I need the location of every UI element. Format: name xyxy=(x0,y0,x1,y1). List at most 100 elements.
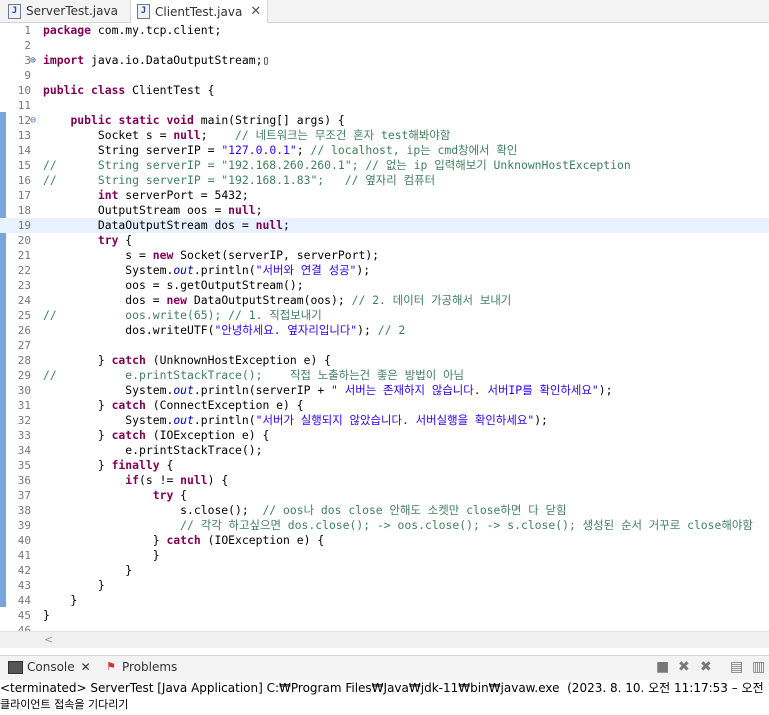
code-line[interactable]: 35 } finally { xyxy=(0,458,769,473)
code-line[interactable]: 40 } catch (IOException e) { xyxy=(0,533,769,548)
code-line[interactable]: 29 // e.printStackTrace(); 직접 노출하는건 좋은 방법… xyxy=(0,368,769,383)
code-line[interactable]: 36 if(s != null) { xyxy=(0,473,769,488)
close-icon[interactable]: ✕ xyxy=(250,4,261,19)
terminate-icon[interactable]: ■ xyxy=(656,659,669,675)
remove-all-launches-icon[interactable]: ✖ xyxy=(700,659,712,675)
code-line[interactable]: 16 // String serverIP = "192.168.1.83"; /… xyxy=(0,173,769,188)
code-line[interactable]: 13 Socket s = null; // 네트워크는 무조건 혼자 test… xyxy=(0,128,769,143)
console-icon xyxy=(8,660,23,674)
code-text: try { xyxy=(97,233,133,247)
line-number: 13 xyxy=(17,129,31,142)
code-text: System.out.println("서버와 연결 성공"); xyxy=(43,263,371,277)
fold-toggle-icon[interactable]: ⊕ xyxy=(30,53,40,68)
tab-console[interactable]: Console ✕ xyxy=(8,660,91,674)
code-line[interactable]: 32 System.out.println("서버가 실행되지 않았습니다. 서… xyxy=(0,413,769,428)
line-number: 41 xyxy=(17,549,31,562)
code-line[interactable]: 43 } xyxy=(0,578,769,593)
code-text: } xyxy=(43,563,133,577)
horizontal-scrollbar[interactable]: < xyxy=(0,631,769,648)
code-text: // 각각 하고싶으면 dos.close(); -> oos.close();… xyxy=(180,518,753,532)
code-line[interactable]: 31 } catch (ConnectException e) { xyxy=(0,398,769,413)
line-number: 14 xyxy=(17,144,31,157)
code-line[interactable]: 34 e.printStackTrace(); xyxy=(0,443,769,458)
code-text: dos = new DataOutputStream(oos); // 2. 데… xyxy=(43,293,512,307)
code-text: String serverIP = "127.0.0.1"; // localh… xyxy=(43,143,518,157)
code-text: // String serverIP = "192.168.260.260.1"… xyxy=(43,158,631,172)
code-line[interactable]: 9 xyxy=(0,68,769,83)
line-number: 36 xyxy=(17,474,31,487)
code-line[interactable]: 37 try { xyxy=(0,488,769,503)
line-number: 43 xyxy=(17,579,31,592)
code-text: DataOutputStream dos = null; xyxy=(43,218,290,232)
code-line[interactable]: 3 ⊕ import java.io.DataOutputStream;▯ xyxy=(0,53,769,68)
code-line[interactable]: 15 // String serverIP = "192.168.260.260.… xyxy=(0,158,769,173)
line-number: 22 xyxy=(17,264,31,277)
code-line[interactable]: 1 package com.my.tcp.client; xyxy=(0,23,769,38)
java-file-icon: J xyxy=(137,4,150,19)
code-line[interactable]: 23 oos = s.getOutputStream(); xyxy=(0,278,769,293)
code-text: } catch (UnknownHostException e) { xyxy=(43,353,332,367)
code-line[interactable]: 11 xyxy=(0,98,769,113)
code-line[interactable]: 17 int serverPort = 5432; xyxy=(0,188,769,203)
code-line[interactable]: 39 // 각각 하고싶으면 dos.close(); -> oos.close… xyxy=(0,518,769,533)
code-line[interactable]: 42 } xyxy=(0,563,769,578)
code-line[interactable]: 38 s.close(); // oos나 dos close 안해도 소켓만 … xyxy=(0,503,769,518)
line-number: 12 xyxy=(17,114,31,127)
line-number: 44 xyxy=(17,594,31,607)
tab-servertest[interactable]: J ServerTest.java xyxy=(8,0,118,22)
line-number: 24 xyxy=(17,294,31,307)
code-line[interactable]: 30 System.out.println(serverIP + " 서버는 존… xyxy=(0,383,769,398)
code-line[interactable]: 14 String serverIP = "127.0.0.1"; // loc… xyxy=(0,143,769,158)
tab-problems[interactable]: ⚑ Problems xyxy=(106,660,177,674)
code-text: } xyxy=(43,593,78,607)
console-output: 클라이언트 접속을 기다리기 xyxy=(0,698,129,711)
line-number: 10 xyxy=(17,84,31,97)
line-number: 28 xyxy=(17,354,31,367)
code-line[interactable]: 28 } catch (UnknownHostException e) { xyxy=(0,353,769,368)
code-text: s.close(); // oos나 dos close 안해도 소켓만 clo… xyxy=(43,503,567,517)
code-line[interactable]: 10 public class ClientTest { xyxy=(0,83,769,98)
code-line[interactable]: 24 dos = new DataOutputStream(oos); // 2… xyxy=(0,293,769,308)
console-status: <terminated> ServerTest [Java Applicatio… xyxy=(0,681,769,695)
code-line[interactable]: 33 } catch (IOException e) { xyxy=(0,428,769,443)
code-line[interactable]: 18 OutputStream oos = null; xyxy=(0,203,769,218)
line-number: 42 xyxy=(17,564,31,577)
code-text: import java.io.DataOutputStream;▯ xyxy=(43,53,270,67)
code-line[interactable]: 26 dos.writeUTF("안녕하세요. 옆자리입니다"); // 2 xyxy=(0,323,769,338)
line-number: 9 xyxy=(24,69,31,82)
code-text: oos = s.getOutputStream(); xyxy=(43,278,304,292)
code-line[interactable]: 44 } xyxy=(0,593,769,608)
tab-label: ClientTest.java xyxy=(155,4,243,19)
code-line[interactable]: 12 ⊖ public static void main(String[] arg… xyxy=(0,113,769,128)
code-line[interactable]: 27 xyxy=(0,338,769,353)
code-text: System.out.println(serverIP + " 서버는 존재하지… xyxy=(43,383,613,397)
code-text: // String serverIP = "192.168.1.83"; // … xyxy=(43,173,436,187)
line-number: 38 xyxy=(17,504,31,517)
fold-toggle-icon[interactable]: ⊖ xyxy=(30,113,40,128)
code-line[interactable]: 45} xyxy=(0,608,769,623)
code-line[interactable]: 46 xyxy=(0,623,769,631)
code-text: s = new Socket(serverIP, serverPort); xyxy=(43,248,380,262)
code-line[interactable]: 19 DataOutputStream dos = null; xyxy=(0,218,769,233)
clear-console-icon[interactable]: ▤ xyxy=(730,659,743,675)
close-icon[interactable]: ✕ xyxy=(81,660,91,674)
code-line[interactable]: 21 s = new Socket(serverIP, serverPort); xyxy=(0,248,769,263)
java-file-icon: J xyxy=(8,3,21,19)
code-line[interactable]: 41 } xyxy=(0,548,769,563)
code-text: } xyxy=(43,608,50,622)
line-number: 18 xyxy=(17,204,31,217)
code-editor[interactable]: 1 package com.my.tcp.client; 2 3 ⊕ import jav… xyxy=(0,23,769,631)
code-line[interactable]: 22 System.out.println("서버와 연결 성공"); xyxy=(0,263,769,278)
line-number: 23 xyxy=(17,279,31,292)
code-text: int serverPort = 5432; xyxy=(97,188,249,202)
scroll-left-icon[interactable]: < xyxy=(44,633,53,646)
scroll-lock-icon[interactable]: ▥ xyxy=(752,659,765,675)
remove-launch-icon[interactable]: ✖ xyxy=(678,659,690,675)
code-text: System.out.println("서버가 실행되지 않았습니다. 서버실행… xyxy=(43,413,548,427)
line-number: 45 xyxy=(17,609,31,622)
tab-clienttest[interactable]: J ClientTest.java ✕ xyxy=(130,0,269,23)
code-line[interactable]: 20 try { xyxy=(0,233,769,248)
line-number: 17 xyxy=(17,189,31,202)
code-line[interactable]: 2 xyxy=(0,38,769,53)
code-line[interactable]: 25 // oos.write(65); // 1. 직접보내기 xyxy=(0,308,769,323)
